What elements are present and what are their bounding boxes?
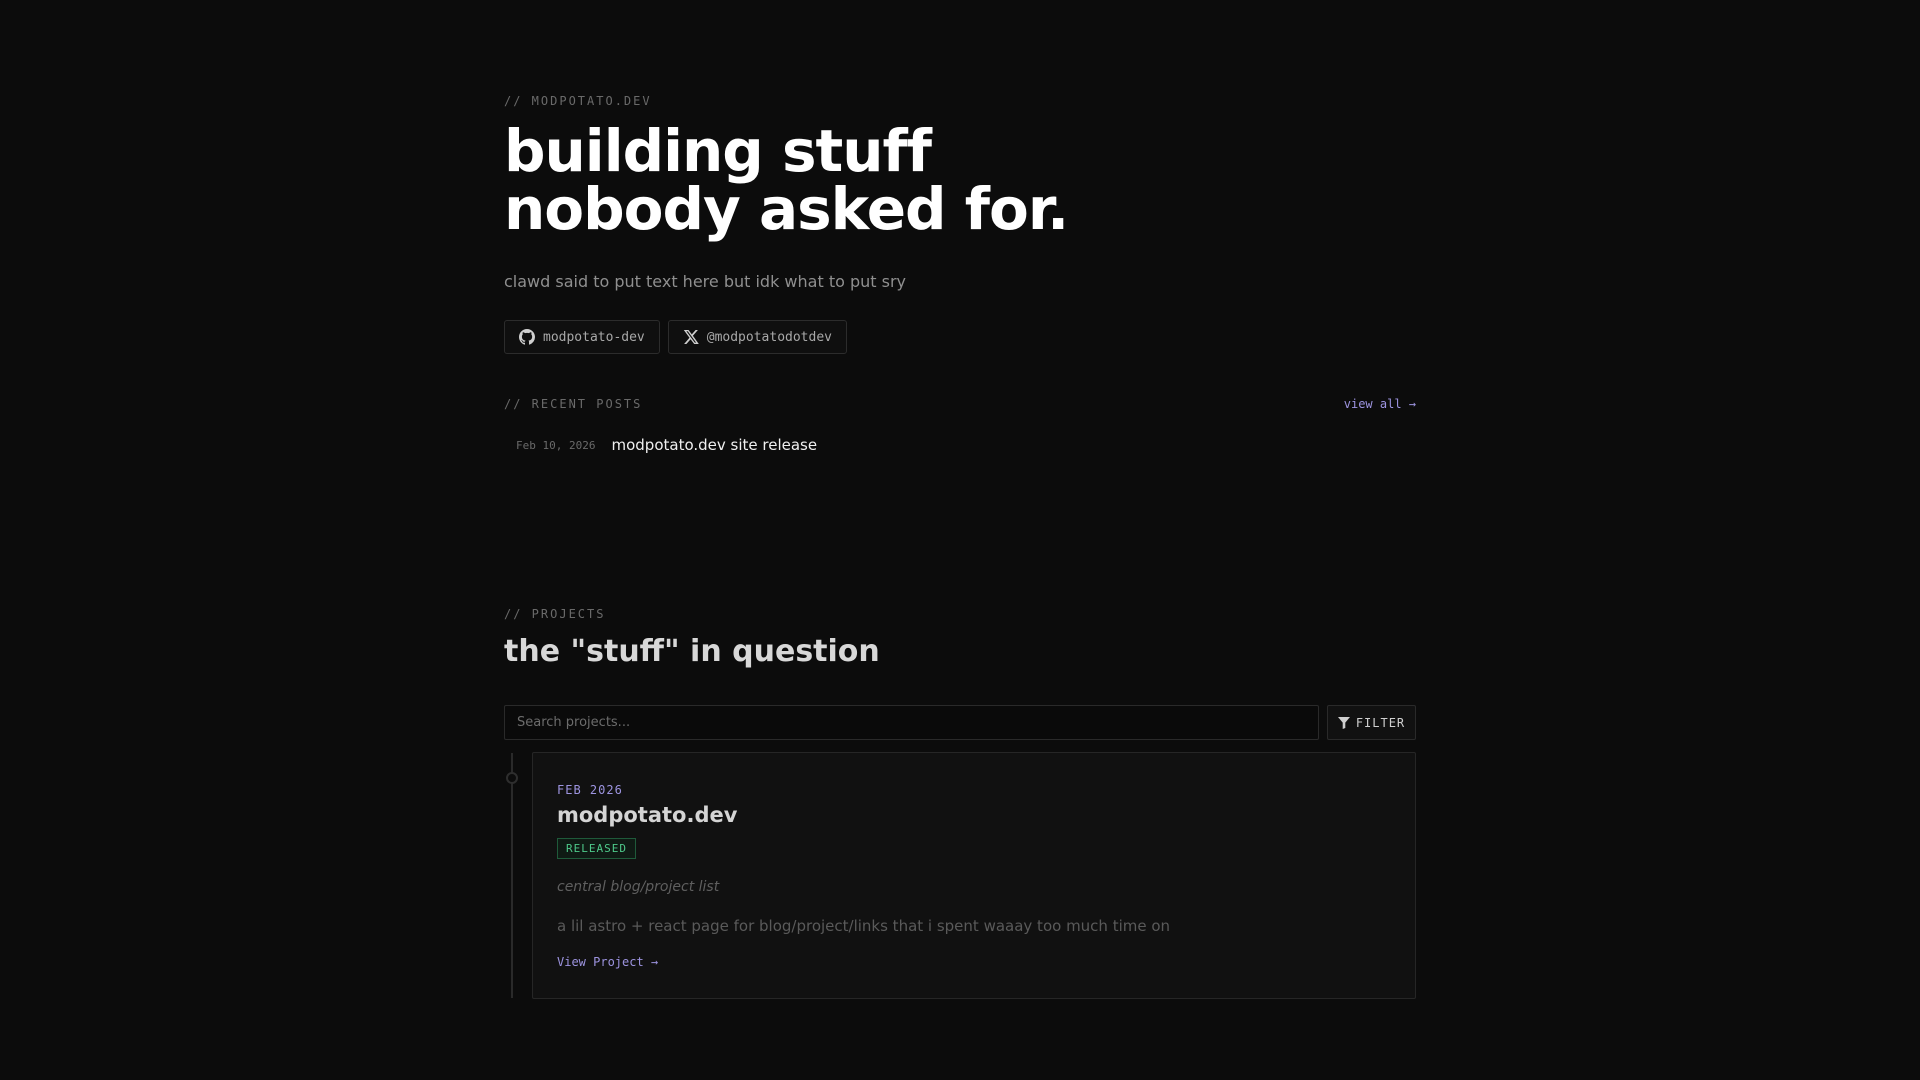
search-projects-input[interactable] xyxy=(504,705,1319,740)
hero-title-line-2: nobody asked for. xyxy=(504,175,1069,243)
project-card: FEB 2026 modpotato.dev RELEASED central … xyxy=(532,752,1416,999)
x-link-button[interactable]: @modpotatodotdev xyxy=(667,320,847,354)
projects-eyebrow: // PROJECTS xyxy=(504,607,606,621)
hero-title-line-1: building stuff xyxy=(504,117,932,185)
hero-subtitle: clawd said to put text here but idk what… xyxy=(504,272,906,291)
site-eyebrow: // MODPOTATO.DEV xyxy=(504,94,652,108)
filter-icon xyxy=(1337,716,1350,729)
x-link-label: @modpotatodotdev xyxy=(706,329,832,345)
github-icon xyxy=(519,329,535,345)
filter-label: FILTER xyxy=(1355,715,1406,730)
view-all-posts-link[interactable]: view all → xyxy=(1344,397,1416,411)
recent-posts-header: // RECENT POSTS view all → xyxy=(504,397,1416,411)
recent-posts-eyebrow: // RECENT POSTS xyxy=(504,397,643,411)
timeline-dot xyxy=(506,772,518,784)
github-link-label: modpotato-dev xyxy=(543,329,645,345)
hero-title: building stuff nobody asked for. xyxy=(504,117,1069,243)
project-title: modpotato.dev xyxy=(557,803,738,827)
view-project-link[interactable]: View Project → xyxy=(557,955,658,969)
filter-button[interactable]: FILTER xyxy=(1327,705,1416,740)
post-list-item[interactable]: Feb 10, 2026 modpotato.dev site release xyxy=(516,436,817,454)
project-date: FEB 2026 xyxy=(557,783,623,797)
social-links: modpotato-dev @modpotatodotdev xyxy=(504,320,847,354)
x-icon xyxy=(683,330,699,344)
github-link-button[interactable]: modpotato-dev xyxy=(504,320,660,354)
project-description: a lil astro + react page for blog/projec… xyxy=(557,917,1171,935)
status-badge: RELEASED xyxy=(557,838,636,859)
post-date: Feb 10, 2026 xyxy=(516,438,596,452)
timeline-line xyxy=(511,753,513,998)
post-title[interactable]: modpotato.dev site release xyxy=(611,436,817,454)
project-tagline: central blog/project list xyxy=(557,879,720,895)
projects-title: the "stuff" in question xyxy=(504,634,880,669)
